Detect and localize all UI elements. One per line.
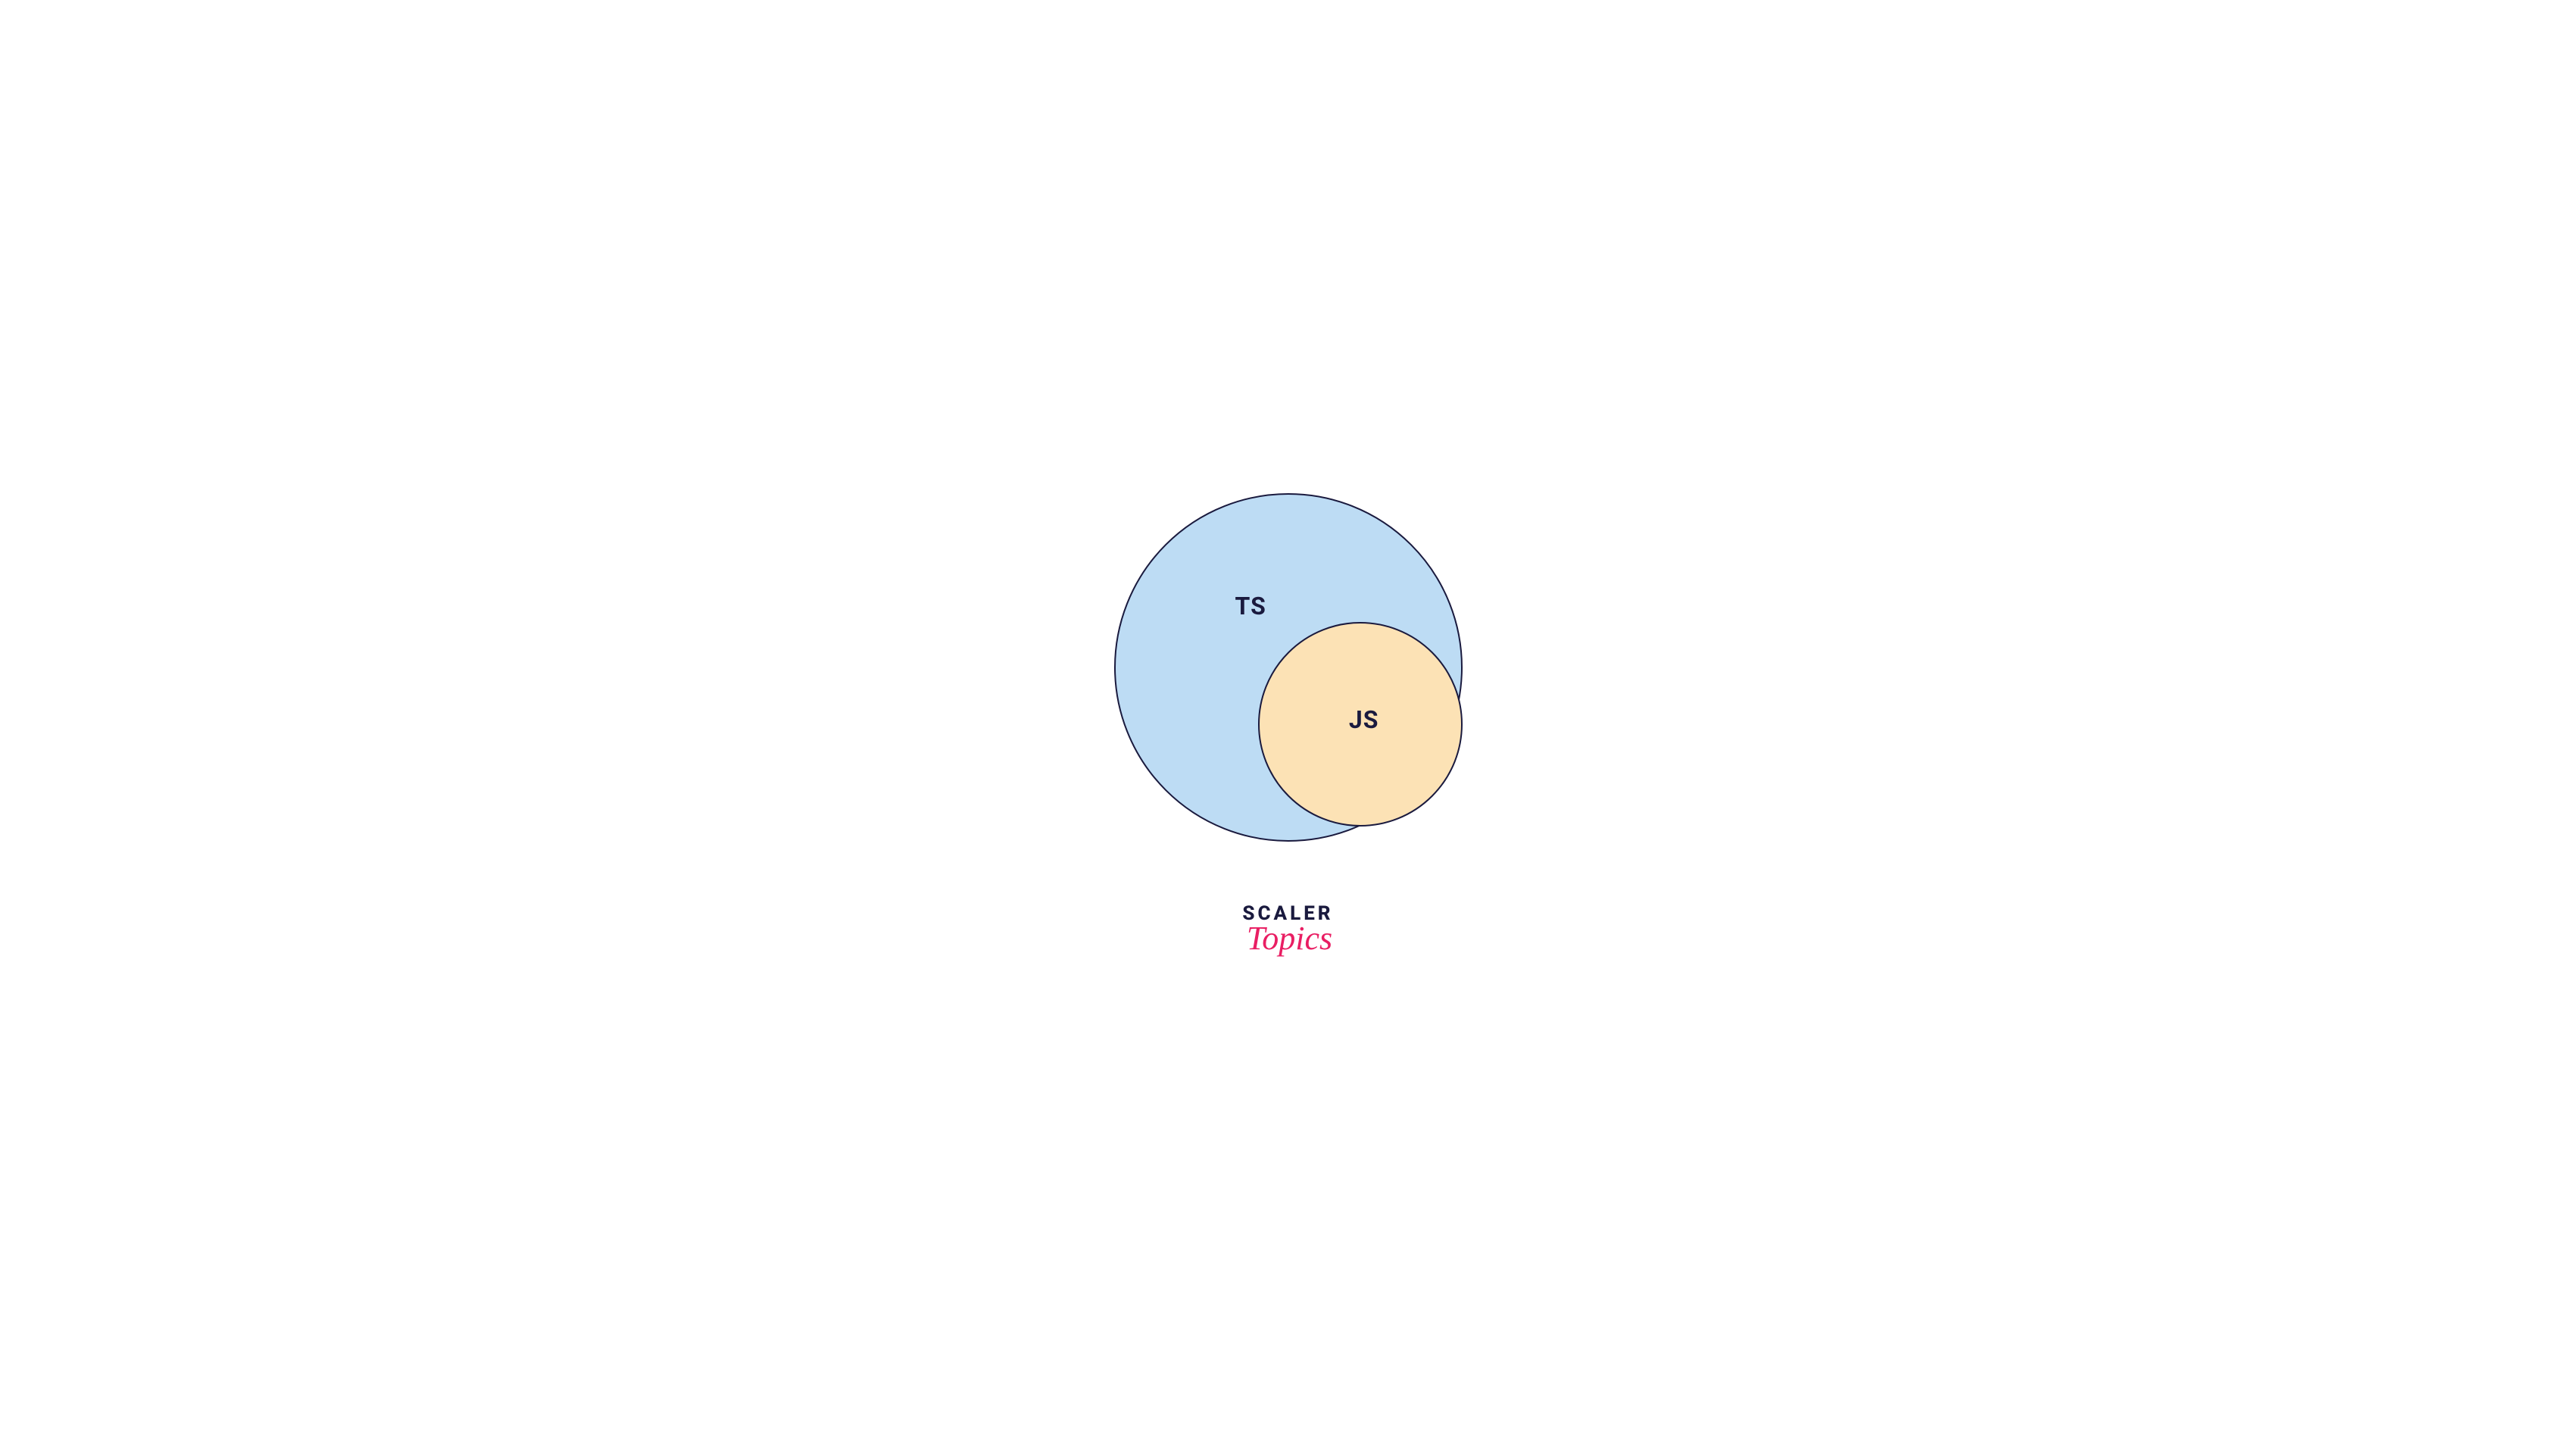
logo: SCALER Topics: [1242, 902, 1333, 958]
venn-diagram: TS JS: [1114, 493, 1463, 842]
inner-label: JS: [1349, 705, 1379, 734]
logo-text-topics: Topics: [1247, 919, 1332, 958]
outer-label: TS: [1235, 592, 1266, 620]
